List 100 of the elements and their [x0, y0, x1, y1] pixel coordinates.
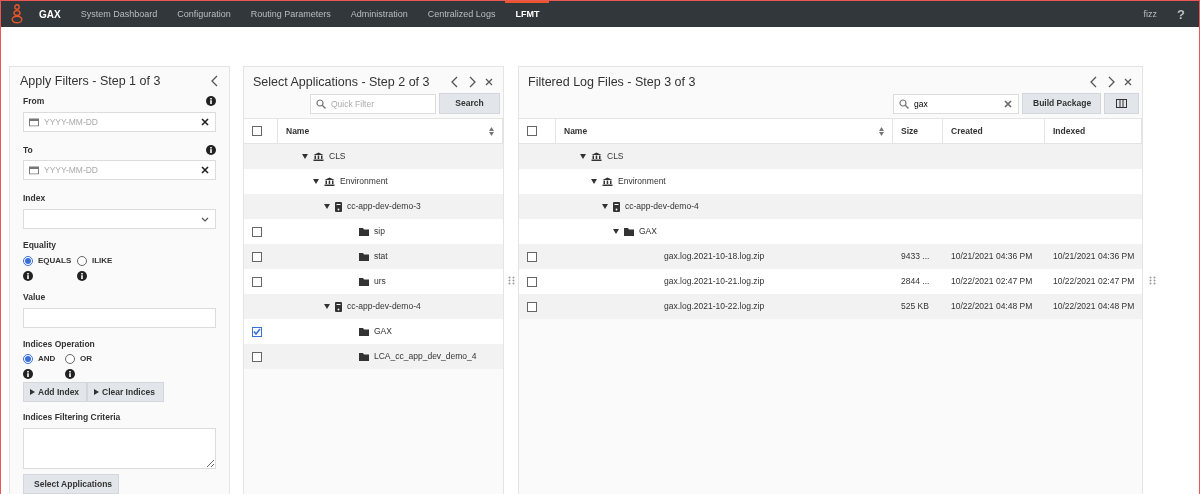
search-icon	[316, 98, 326, 109]
nav-tab[interactable]: System Dashboard	[70, 1, 168, 27]
checkbox[interactable]	[252, 226, 262, 237]
column-header[interactable]: Name	[556, 119, 893, 143]
column-header[interactable]: Indexed	[1045, 119, 1142, 143]
panel-title: Filtered Log Files - Step 3 of 3	[528, 73, 697, 91]
tree-item-label[interactable]: stat	[374, 250, 388, 263]
tree-item-label[interactable]: Environment	[340, 175, 388, 188]
file-name: gax.log.2021-10-21.log.zip	[664, 275, 765, 288]
checkbox[interactable]	[252, 326, 262, 337]
search-field[interactable]: gax	[893, 93, 1019, 114]
value-field[interactable]	[23, 307, 216, 328]
tree-item-label[interactable]: urs	[374, 275, 386, 288]
quick-filter-field[interactable]: Quick Filter	[310, 93, 436, 114]
tree-item-label[interactable]: Environment	[618, 175, 666, 188]
search-button[interactable]: Search	[439, 93, 500, 114]
nav-tab[interactable]: Centralized Logs	[417, 1, 506, 27]
info-icon	[23, 270, 33, 281]
checkbox[interactable]	[252, 126, 262, 136]
tree-item-label[interactable]: cc-app-dev-demo-4	[347, 300, 421, 313]
columns-button[interactable]	[1104, 93, 1139, 114]
field-label: To	[23, 143, 34, 157]
drag-handle-icon[interactable]	[1148, 275, 1156, 285]
table-cell: 525 KB	[901, 300, 929, 313]
sort-icon[interactable]	[879, 126, 884, 136]
clear-icon[interactable]	[201, 117, 209, 126]
expand-icon[interactable]	[613, 229, 619, 234]
chevron-down-icon	[201, 216, 209, 222]
action-button[interactable]: Clear Indices	[87, 382, 164, 403]
field-label: Indices Filtering Criteria	[23, 411, 122, 424]
nav-tab[interactable]: LFMT	[505, 1, 550, 27]
action-button[interactable]: Add Index	[23, 382, 87, 403]
tree-item-label[interactable]: cc-app-dev-demo-4	[625, 200, 699, 213]
checkbox[interactable]	[252, 351, 262, 362]
info-icon	[206, 144, 216, 155]
tree-item-label[interactable]: CLS	[329, 150, 346, 163]
previous-icon[interactable]	[1090, 76, 1098, 88]
expand-icon[interactable]	[591, 179, 597, 184]
tree-item-label[interactable]: GAX	[639, 225, 657, 238]
checkbox[interactable]	[527, 126, 537, 136]
checkbox[interactable]	[527, 276, 537, 287]
tree-item-label[interactable]: sip	[374, 225, 385, 238]
panel-title: Apply Filters - Step 1 of 3	[20, 72, 162, 90]
table-cell: 9433 ...	[901, 250, 930, 263]
info-icon	[23, 369, 33, 380]
folder-icon	[359, 252, 369, 261]
tree-item-label[interactable]: CLS	[607, 150, 624, 163]
folder-icon	[359, 227, 369, 236]
field-label: Indices Operation	[23, 337, 96, 351]
expand-icon[interactable]	[602, 204, 608, 209]
sort-icon[interactable]	[489, 126, 494, 136]
play-icon	[94, 389, 99, 396]
folder-icon	[359, 327, 369, 336]
checkbox[interactable]	[527, 251, 537, 262]
radio-option[interactable]: ILIKE	[77, 254, 131, 267]
select-applications-button[interactable]: Select Applications	[23, 474, 119, 494]
expand-icon[interactable]	[313, 179, 319, 184]
next-icon[interactable]	[1107, 76, 1115, 88]
drag-handle-icon[interactable]	[507, 275, 515, 285]
date-field[interactable]: YYYY-MM-DD	[23, 160, 216, 181]
date-field[interactable]: YYYY-MM-DD	[23, 111, 216, 132]
nav-tab[interactable]: Administration	[340, 1, 418, 27]
table-cell: 10/22/2021 04:48 PM	[951, 300, 1033, 313]
help-link[interactable]: ?	[1167, 1, 1199, 27]
checkbox[interactable]	[252, 276, 262, 287]
collapse-icon[interactable]	[211, 74, 219, 87]
folder-icon	[624, 227, 634, 236]
close-icon[interactable]	[1124, 78, 1132, 86]
close-icon[interactable]	[485, 78, 493, 86]
column-header[interactable]: Size	[893, 119, 943, 143]
radio-option[interactable]: OR	[65, 353, 107, 366]
expand-icon[interactable]	[324, 304, 330, 309]
checkbox[interactable]	[252, 251, 262, 262]
tree-item-label[interactable]: GAX	[374, 325, 392, 338]
next-icon[interactable]	[468, 76, 476, 88]
user-menu[interactable]: fizz	[1133, 1, 1168, 27]
radio-option[interactable]: AND	[23, 353, 65, 366]
logo-icon[interactable]	[11, 4, 23, 24]
field-label: Value	[23, 290, 47, 304]
bank-icon	[591, 152, 602, 161]
info-icon	[65, 369, 75, 380]
info-icon	[206, 96, 216, 107]
tree-item-label[interactable]: cc-app-dev-demo-3	[347, 200, 421, 213]
expand-icon[interactable]	[324, 204, 330, 209]
clear-icon[interactable]	[201, 166, 209, 175]
build-package-button[interactable]: Build Package	[1022, 93, 1101, 114]
radio-option[interactable]: EQUALS	[23, 254, 77, 267]
nav-tab[interactable]: Routing Parameters	[240, 1, 341, 27]
expand-icon[interactable]	[580, 154, 586, 159]
server-icon	[335, 301, 342, 312]
expand-icon[interactable]	[302, 154, 308, 159]
panel-title: Select Applications - Step 2 of 3	[253, 73, 431, 91]
checkbox[interactable]	[527, 301, 537, 312]
criteria-field[interactable]	[23, 428, 216, 469]
previous-icon[interactable]	[451, 76, 459, 88]
bank-icon	[324, 177, 335, 186]
nav-tab[interactable]: Configuration	[167, 1, 241, 27]
column-header[interactable]: Created	[943, 119, 1045, 143]
table-cell: 10/22/2021 02:47 PM	[1053, 275, 1135, 288]
check-icon	[253, 328, 261, 335]
